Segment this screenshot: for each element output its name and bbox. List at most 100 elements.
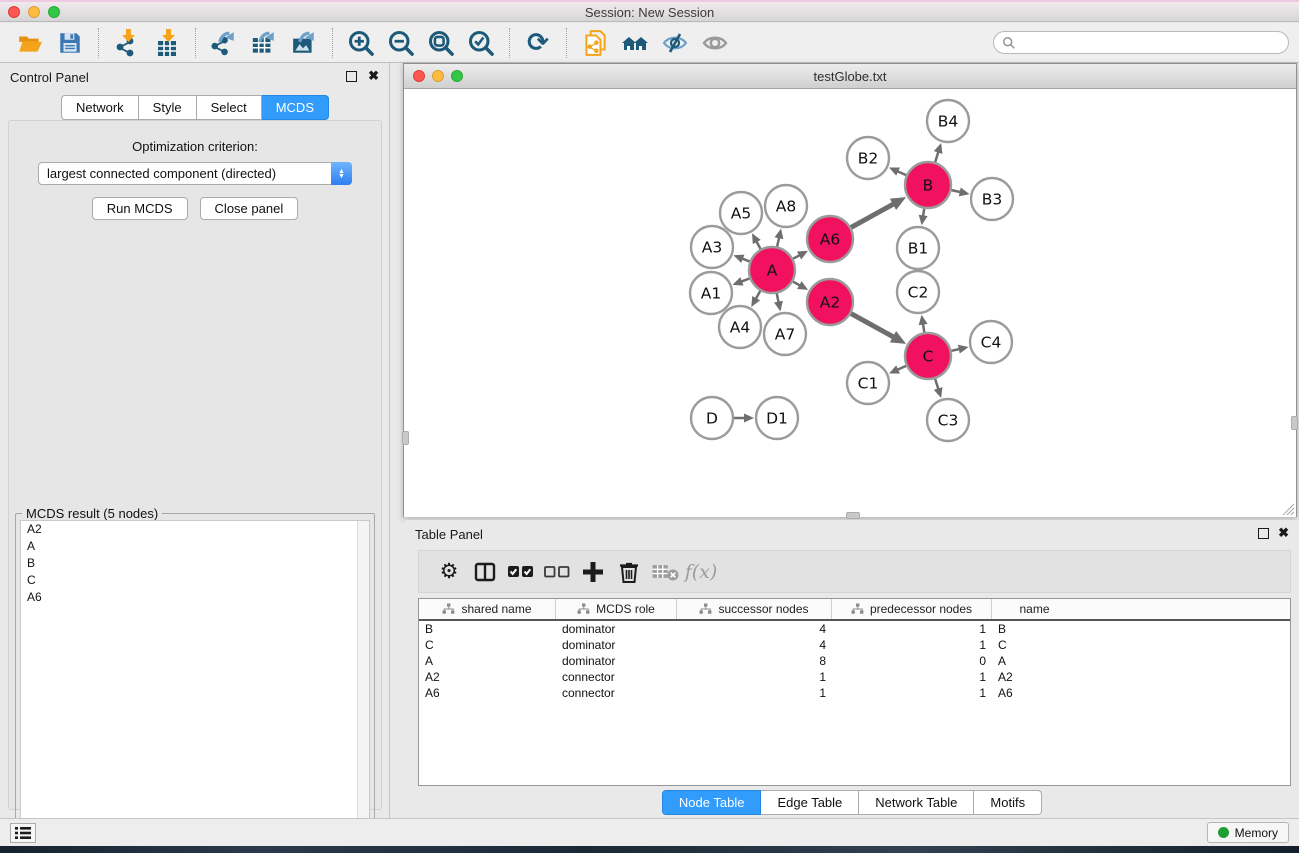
- canvas-bottom-scrollbar[interactable]: [846, 512, 860, 519]
- close-panel-button[interactable]: Close panel: [200, 197, 299, 220]
- arrowhead-icon: [744, 414, 754, 423]
- network-window-titlebar[interactable]: testGlobe.txt: [404, 64, 1296, 89]
- zoom-out-icon[interactable]: [384, 27, 418, 59]
- add-column-icon[interactable]: [575, 555, 611, 589]
- main-toolbar: ⟳: [0, 23, 1299, 63]
- mcds-result-list[interactable]: A2ABCA6: [20, 520, 370, 852]
- export-network-icon[interactable]: [207, 27, 241, 59]
- zoom-selected-icon[interactable]: [464, 27, 498, 59]
- result-list-item[interactable]: A6: [21, 589, 369, 606]
- control-panel-header: Control Panel ✖: [0, 63, 389, 89]
- network-graph[interactable]: AA1A2A3A4A5A6A7A8BB1B2B3B4CC1C2C3C4DD1: [404, 89, 1296, 517]
- float-panel-icon[interactable]: [346, 71, 357, 82]
- mcds-result-title: MCDS result (5 nodes): [22, 506, 162, 521]
- edge-A2-C[interactable]: [851, 314, 895, 338]
- criterion-select[interactable]: largest connected component (directed) ▲…: [38, 162, 352, 185]
- column-header-mcds-role[interactable]: MCDS role: [556, 599, 677, 619]
- node-label-B1: B1: [908, 240, 929, 258]
- show-all-icon[interactable]: [698, 27, 732, 59]
- memory-status-icon: [1218, 827, 1229, 838]
- memory-button[interactable]: Memory: [1207, 822, 1289, 843]
- column-header-shared-name[interactable]: shared name: [419, 599, 556, 619]
- table-row[interactable]: Adominator80A: [419, 653, 1290, 669]
- node-label-A4: A4: [730, 319, 750, 337]
- close-panel-icon[interactable]: ✖: [368, 68, 379, 84]
- table-header-row: shared nameMCDS role successor nodes prede…: [419, 599, 1290, 621]
- window-resize-grip[interactable]: [1281, 502, 1294, 515]
- cell-shared-name: C: [419, 638, 556, 652]
- export-table-icon[interactable]: [247, 27, 281, 59]
- tab-mcds[interactable]: MCDS: [262, 95, 329, 120]
- optimization-criterion-label: Optimization criterion:: [9, 139, 381, 154]
- result-list-item[interactable]: B: [21, 555, 369, 572]
- node-label-C2: C2: [908, 284, 929, 302]
- tab-edge-table[interactable]: Edge Table: [761, 790, 859, 815]
- new-network-from-selection-icon[interactable]: [578, 27, 612, 59]
- cell-predecessor-nodes: 1: [832, 686, 992, 700]
- arrowhead-icon: [774, 301, 783, 312]
- control-panel-title: Control Panel: [10, 70, 89, 85]
- table-row[interactable]: Cdominator41C: [419, 637, 1290, 653]
- show-column-icon[interactable]: [467, 555, 503, 589]
- import-network-icon[interactable]: [110, 27, 144, 59]
- task-history-button[interactable]: [10, 823, 36, 843]
- save-session-icon[interactable]: [53, 27, 87, 59]
- delete-column-icon[interactable]: [611, 555, 647, 589]
- column-header-successor-nodes[interactable]: successor nodes: [677, 599, 832, 619]
- control-panel-tabs: NetworkStyleSelectMCDS: [0, 95, 390, 120]
- export-image-icon[interactable]: [287, 27, 321, 59]
- search-field[interactable]: [993, 31, 1289, 54]
- cell-mcds-role: dominator: [556, 654, 677, 668]
- table-row[interactable]: A6connector11A6: [419, 685, 1290, 701]
- tab-node-table[interactable]: Node Table: [662, 790, 762, 815]
- deselect-all-rows-icon[interactable]: [539, 555, 575, 589]
- zoom-in-icon[interactable]: [344, 27, 378, 59]
- hide-selected-icon[interactable]: [658, 27, 692, 59]
- result-list-item[interactable]: A2: [21, 521, 369, 538]
- arrowhead-icon: [733, 255, 744, 263]
- cell-successor-nodes: 1: [677, 686, 832, 700]
- column-header-predecessor-nodes[interactable]: predecessor nodes: [832, 599, 992, 619]
- result-list-item[interactable]: A: [21, 538, 369, 555]
- import-table-icon[interactable]: [150, 27, 184, 59]
- open-file-icon[interactable]: [13, 27, 47, 59]
- result-list-item[interactable]: C: [21, 572, 369, 589]
- network-canvas[interactable]: AA1A2A3A4A5A6A7A8BB1B2B3B4CC1C2C3C4DD1: [404, 89, 1296, 517]
- cell-shared-name: B: [419, 622, 556, 636]
- tab-network[interactable]: Network: [61, 95, 139, 120]
- tab-network-table[interactable]: Network Table: [859, 790, 974, 815]
- first-neighbors-icon[interactable]: [618, 27, 652, 59]
- table-row[interactable]: A2connector11A2: [419, 669, 1290, 685]
- table-close-panel-icon[interactable]: ✖: [1278, 525, 1289, 541]
- node-label-A2: A2: [820, 294, 840, 312]
- column-label: successor nodes: [718, 602, 808, 616]
- edge-A6-B[interactable]: [851, 203, 895, 227]
- mcds-panel-body: Optimization criterion: largest connecte…: [8, 120, 382, 810]
- canvas-right-scrollbar[interactable]: [1291, 416, 1298, 430]
- select-all-rows-icon[interactable]: [503, 555, 539, 589]
- node-label-A6: A6: [820, 231, 840, 249]
- arrowhead-icon: [934, 387, 943, 398]
- refresh-glyph: ⟳: [527, 30, 549, 56]
- tab-style[interactable]: Style: [139, 95, 197, 120]
- node-table[interactable]: shared nameMCDS role successor nodes prede…: [418, 598, 1291, 786]
- zoom-fit-icon[interactable]: [424, 27, 458, 59]
- app-title: Session: New Session: [0, 5, 1299, 20]
- function-builder-icon: f(x): [683, 555, 719, 589]
- column-namespace-icon: [577, 603, 590, 615]
- canvas-left-scrollbar[interactable]: [402, 431, 409, 445]
- table-float-panel-icon[interactable]: [1258, 528, 1269, 539]
- node-label-A7: A7: [775, 326, 795, 344]
- result-list-scrollbar[interactable]: [357, 521, 369, 851]
- tab-motifs[interactable]: Motifs: [974, 790, 1042, 815]
- table-settings-gear-icon[interactable]: ⚙: [431, 555, 467, 589]
- apply-layout-icon[interactable]: ⟳: [521, 27, 555, 59]
- table-row[interactable]: Bdominator41B: [419, 621, 1290, 637]
- column-header-name[interactable]: name: [992, 599, 1077, 619]
- tab-select[interactable]: Select: [197, 95, 262, 120]
- search-icon: [1002, 36, 1016, 50]
- search-input[interactable]: [1016, 36, 1280, 50]
- column-namespace-icon: [699, 603, 712, 615]
- cell-mcds-role: dominator: [556, 622, 677, 636]
- run-mcds-button[interactable]: Run MCDS: [92, 197, 188, 220]
